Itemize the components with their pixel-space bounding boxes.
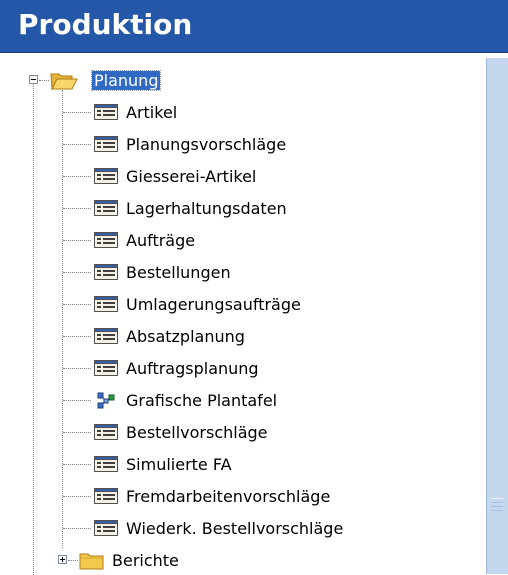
tree-item-label: Absatzplanung xyxy=(126,326,245,346)
graph-icon xyxy=(94,391,118,413)
tree-item-label: Bestellungen xyxy=(126,262,231,282)
tree-item[interactable]: Bestellvorschläge xyxy=(124,418,270,446)
tree-item-label: Fremdarbeitenvorschläge xyxy=(126,486,331,506)
tree-item-label: Berichte xyxy=(112,550,179,570)
tree-line-h xyxy=(63,112,91,113)
form-icon xyxy=(94,296,118,316)
tree-item[interactable]: Planungsvorschläge xyxy=(124,130,288,158)
tree-item-label: Giesserei-Artikel xyxy=(126,166,257,186)
tree-line-h xyxy=(63,496,91,497)
tree-item[interactable]: Artikel xyxy=(124,98,179,126)
form-icon xyxy=(94,168,118,188)
form-icon xyxy=(94,520,118,540)
header-bar: Produktion xyxy=(0,0,508,53)
tree-line-h xyxy=(63,240,91,241)
folder-closed-icon xyxy=(79,551,105,575)
tree-item-label: Grafische Plantafel xyxy=(126,390,278,410)
tree-line-h xyxy=(63,528,91,529)
tree-item-berichte[interactable]: Berichte xyxy=(110,546,181,574)
expand-toggle[interactable] xyxy=(58,555,67,564)
form-icon xyxy=(94,232,118,252)
tree-line-h xyxy=(63,176,91,177)
tree-line-h xyxy=(63,336,91,337)
form-icon xyxy=(94,360,118,380)
tree-line-h xyxy=(39,80,49,81)
folder-open-icon xyxy=(50,71,78,95)
form-icon xyxy=(94,488,118,508)
form-icon xyxy=(94,328,118,348)
tree-item[interactable]: Grafische Plantafel xyxy=(124,386,279,414)
tree-line-h xyxy=(68,560,78,561)
tree-item-label: Bestellvorschläge xyxy=(126,422,268,442)
form-icon xyxy=(94,456,118,476)
tree-item[interactable]: Bestellungen xyxy=(124,258,233,286)
tree-line-h xyxy=(63,208,91,209)
navigation-tree-panel: Planung Artikel Planungsvorschläge Giesser… xyxy=(0,53,508,575)
tree-item[interactable]: Auftragsplanung xyxy=(124,354,261,382)
form-icon xyxy=(94,104,118,124)
tree-line-h xyxy=(63,464,91,465)
tree-line-h xyxy=(63,368,91,369)
tree-item-label: Aufträge xyxy=(126,230,196,250)
tree-item-label: Wiederk. Bestellvorschläge xyxy=(126,518,344,538)
tree-line-root xyxy=(33,81,34,575)
tree-line-children xyxy=(62,90,63,548)
form-icon xyxy=(94,136,118,156)
tree-item[interactable]: Wiederk. Bestellvorschläge xyxy=(124,514,345,542)
tree-line-h xyxy=(63,272,91,273)
tree-item-label: Planungsvorschläge xyxy=(126,134,287,154)
tree-item-planung[interactable]: Planung xyxy=(90,66,162,94)
form-icon xyxy=(94,424,118,444)
collapse-toggle[interactable] xyxy=(29,75,38,84)
tree-item-label: Lagerhaltungsdaten xyxy=(126,198,287,218)
tree-line-h xyxy=(63,144,91,145)
tree-item-label: Planung xyxy=(90,69,162,91)
tree-item[interactable]: Simulierte FA xyxy=(124,450,234,478)
tree-line-h xyxy=(63,400,91,401)
tree-item[interactable]: Giesserei-Artikel xyxy=(124,162,258,190)
form-icon xyxy=(94,264,118,284)
tree-item[interactable]: Fremdarbeitenvorschläge xyxy=(124,482,332,510)
page-title: Produktion xyxy=(18,8,193,41)
scrollbar-grip[interactable] xyxy=(491,498,503,525)
tree-item-label: Umlagerungsaufträge xyxy=(126,294,301,314)
tree-item-label: Auftragsplanung xyxy=(126,358,259,378)
tree-line-h xyxy=(63,432,91,433)
tree-item[interactable]: Umlagerungsaufträge xyxy=(124,290,303,318)
form-icon xyxy=(94,200,118,220)
tree-item[interactable]: Lagerhaltungsdaten xyxy=(124,194,289,222)
tree-item[interactable]: Aufträge xyxy=(124,226,197,254)
tree-item-label: Artikel xyxy=(126,102,178,122)
tree-item-label: Simulierte FA xyxy=(126,454,232,474)
tree-line-h xyxy=(63,304,91,305)
vertical-scrollbar[interactable] xyxy=(486,58,508,574)
tree-item[interactable]: Absatzplanung xyxy=(124,322,247,350)
